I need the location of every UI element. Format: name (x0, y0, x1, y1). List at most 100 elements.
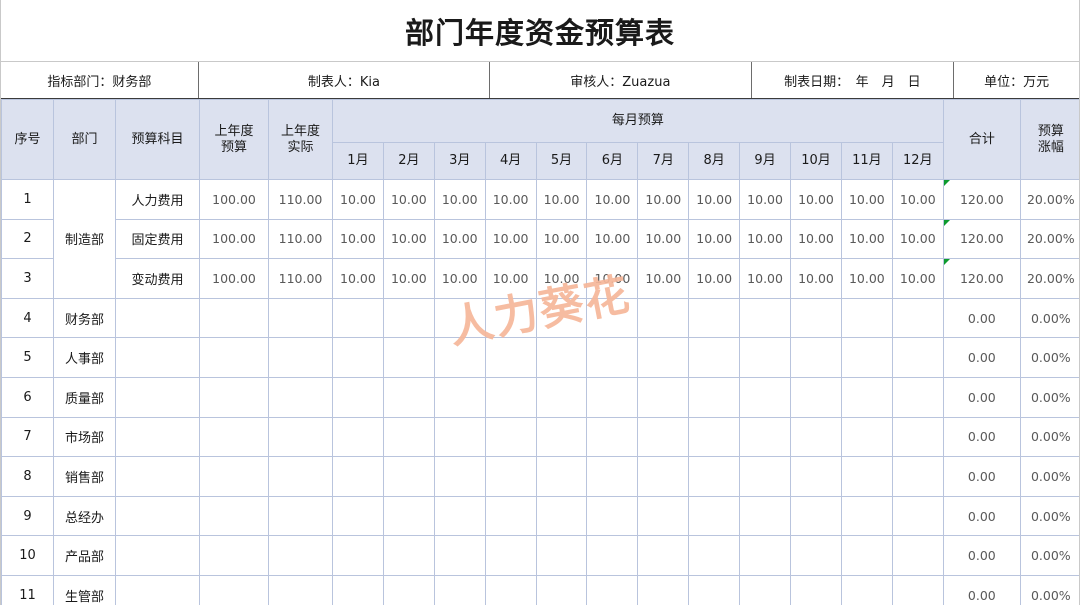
cell-seq[interactable]: 11 (1, 574, 54, 605)
cell-month-10[interactable]: 10.00 (790, 258, 842, 299)
cell-seq[interactable]: 8 (1, 456, 54, 497)
cell-last-year-actual[interactable] (268, 535, 333, 576)
cell-month-3[interactable] (433, 535, 486, 576)
cell-seq[interactable]: 9 (1, 495, 54, 537)
cell-last-year-budget[interactable] (199, 337, 269, 378)
cell-seq[interactable]: 3 (1, 258, 54, 299)
cell-subject[interactable] (115, 337, 200, 378)
cell-last-year-budget[interactable]: 100.00 (199, 179, 269, 220)
cell-subject[interactable] (115, 535, 200, 576)
cell-department[interactable]: 生管部 (53, 574, 116, 605)
cell-month-4[interactable] (484, 535, 537, 576)
cell-month-7[interactable] (637, 495, 690, 537)
cell-month-8[interactable] (688, 376, 741, 418)
cell-month-2[interactable] (382, 574, 435, 605)
cell-month-5[interactable] (535, 495, 588, 537)
cell-total[interactable]: 0.00 (942, 574, 1021, 605)
cell-month-3[interactable] (433, 456, 486, 497)
cell-month-1[interactable]: 10.00 (332, 179, 384, 220)
cell-month-2[interactable] (382, 495, 435, 537)
cell-month-4[interactable] (484, 456, 537, 497)
cell-month-7[interactable] (637, 416, 690, 458)
cell-month-6[interactable] (586, 456, 639, 497)
cell-last-year-actual[interactable] (268, 337, 333, 378)
cell-month-6[interactable] (586, 337, 639, 378)
cell-month-5[interactable]: 10.00 (535, 218, 588, 260)
cell-last-year-budget[interactable] (199, 574, 269, 605)
cell-last-year-actual[interactable] (268, 416, 333, 458)
cell-month-7[interactable] (637, 456, 690, 497)
cell-month-2[interactable] (382, 337, 435, 378)
cell-last-year-actual[interactable]: 110.00 (268, 218, 333, 260)
cell-month-12[interactable] (891, 574, 944, 605)
cell-month-3[interactable]: 10.00 (433, 258, 486, 299)
cell-month-7[interactable] (637, 574, 690, 605)
cell-month-12[interactable]: 10.00 (891, 218, 944, 260)
cell-month-2[interactable]: 10.00 (382, 218, 435, 260)
cell-month-6[interactable] (586, 495, 639, 537)
cell-seq[interactable]: 10 (1, 535, 54, 576)
cell-last-year-actual[interactable] (268, 297, 333, 339)
cell-month-3[interactable] (433, 376, 486, 418)
cell-month-9[interactable] (739, 297, 792, 339)
cell-month-11[interactable] (840, 495, 893, 537)
cell-month-1[interactable] (332, 416, 384, 458)
cell-month-3[interactable] (433, 495, 486, 537)
cell-month-6[interactable] (586, 574, 639, 605)
cell-month-6[interactable]: 10.00 (586, 179, 639, 220)
cell-month-12[interactable] (891, 297, 944, 339)
cell-month-10[interactable] (790, 535, 842, 576)
cell-month-8[interactable]: 10.00 (688, 179, 741, 220)
cell-month-6[interactable]: 10.00 (586, 258, 639, 299)
cell-department[interactable]: 财务部 (53, 297, 116, 339)
cell-total[interactable]: 120.00 (942, 258, 1021, 299)
cell-department[interactable]: 市场部 (53, 416, 116, 458)
cell-subject[interactable] (115, 456, 200, 497)
cell-month-9[interactable]: 10.00 (739, 218, 792, 260)
cell-department[interactable]: 销售部 (53, 456, 116, 497)
cell-month-8[interactable]: 10.00 (688, 258, 741, 299)
cell-month-9[interactable]: 10.00 (739, 258, 792, 299)
cell-month-1[interactable] (332, 535, 384, 576)
cell-subject[interactable] (115, 376, 200, 418)
cell-month-3[interactable] (433, 574, 486, 605)
cell-total[interactable]: 0.00 (942, 456, 1021, 497)
cell-last-year-budget[interactable] (199, 535, 269, 576)
cell-month-2[interactable] (382, 535, 435, 576)
cell-month-7[interactable] (637, 337, 690, 378)
cell-month-4[interactable] (484, 297, 537, 339)
cell-month-6[interactable] (586, 416, 639, 458)
cell-total[interactable]: 0.00 (942, 535, 1021, 576)
cell-growth[interactable]: 0.00% (1019, 535, 1079, 576)
cell-last-year-actual[interactable] (268, 456, 333, 497)
cell-month-9[interactable] (739, 376, 792, 418)
cell-month-4[interactable]: 10.00 (484, 179, 537, 220)
cell-month-12[interactable] (891, 456, 944, 497)
cell-last-year-actual[interactable]: 110.00 (268, 258, 333, 299)
cell-total[interactable]: 0.00 (942, 495, 1021, 537)
cell-month-11[interactable] (840, 535, 893, 576)
cell-department[interactable]: 质量部 (53, 376, 116, 418)
cell-month-4[interactable] (484, 495, 537, 537)
cell-month-9[interactable] (739, 574, 792, 605)
cell-last-year-budget[interactable] (199, 376, 269, 418)
info-cell-date[interactable]: 制表日期： 年 月 日 (752, 62, 955, 98)
cell-month-10[interactable] (790, 337, 842, 378)
cell-month-11[interactable] (840, 376, 893, 418)
cell-month-11[interactable]: 10.00 (840, 258, 893, 299)
cell-total[interactable]: 0.00 (942, 416, 1021, 458)
cell-month-10[interactable] (790, 376, 842, 418)
cell-month-8[interactable] (688, 495, 741, 537)
cell-month-10[interactable] (790, 297, 842, 339)
cell-month-12[interactable] (891, 376, 944, 418)
cell-growth[interactable]: 0.00% (1019, 337, 1079, 378)
info-cell-unit[interactable]: 单位：万元 (954, 62, 1079, 98)
cell-growth[interactable]: 20.00% (1019, 258, 1079, 299)
cell-month-12[interactable]: 10.00 (891, 258, 944, 299)
cell-last-year-budget[interactable] (199, 416, 269, 458)
cell-month-11[interactable] (840, 456, 893, 497)
cell-month-5[interactable]: 10.00 (535, 179, 588, 220)
cell-last-year-actual[interactable] (268, 495, 333, 537)
cell-growth[interactable]: 0.00% (1019, 495, 1079, 537)
cell-month-3[interactable]: 10.00 (433, 179, 486, 220)
